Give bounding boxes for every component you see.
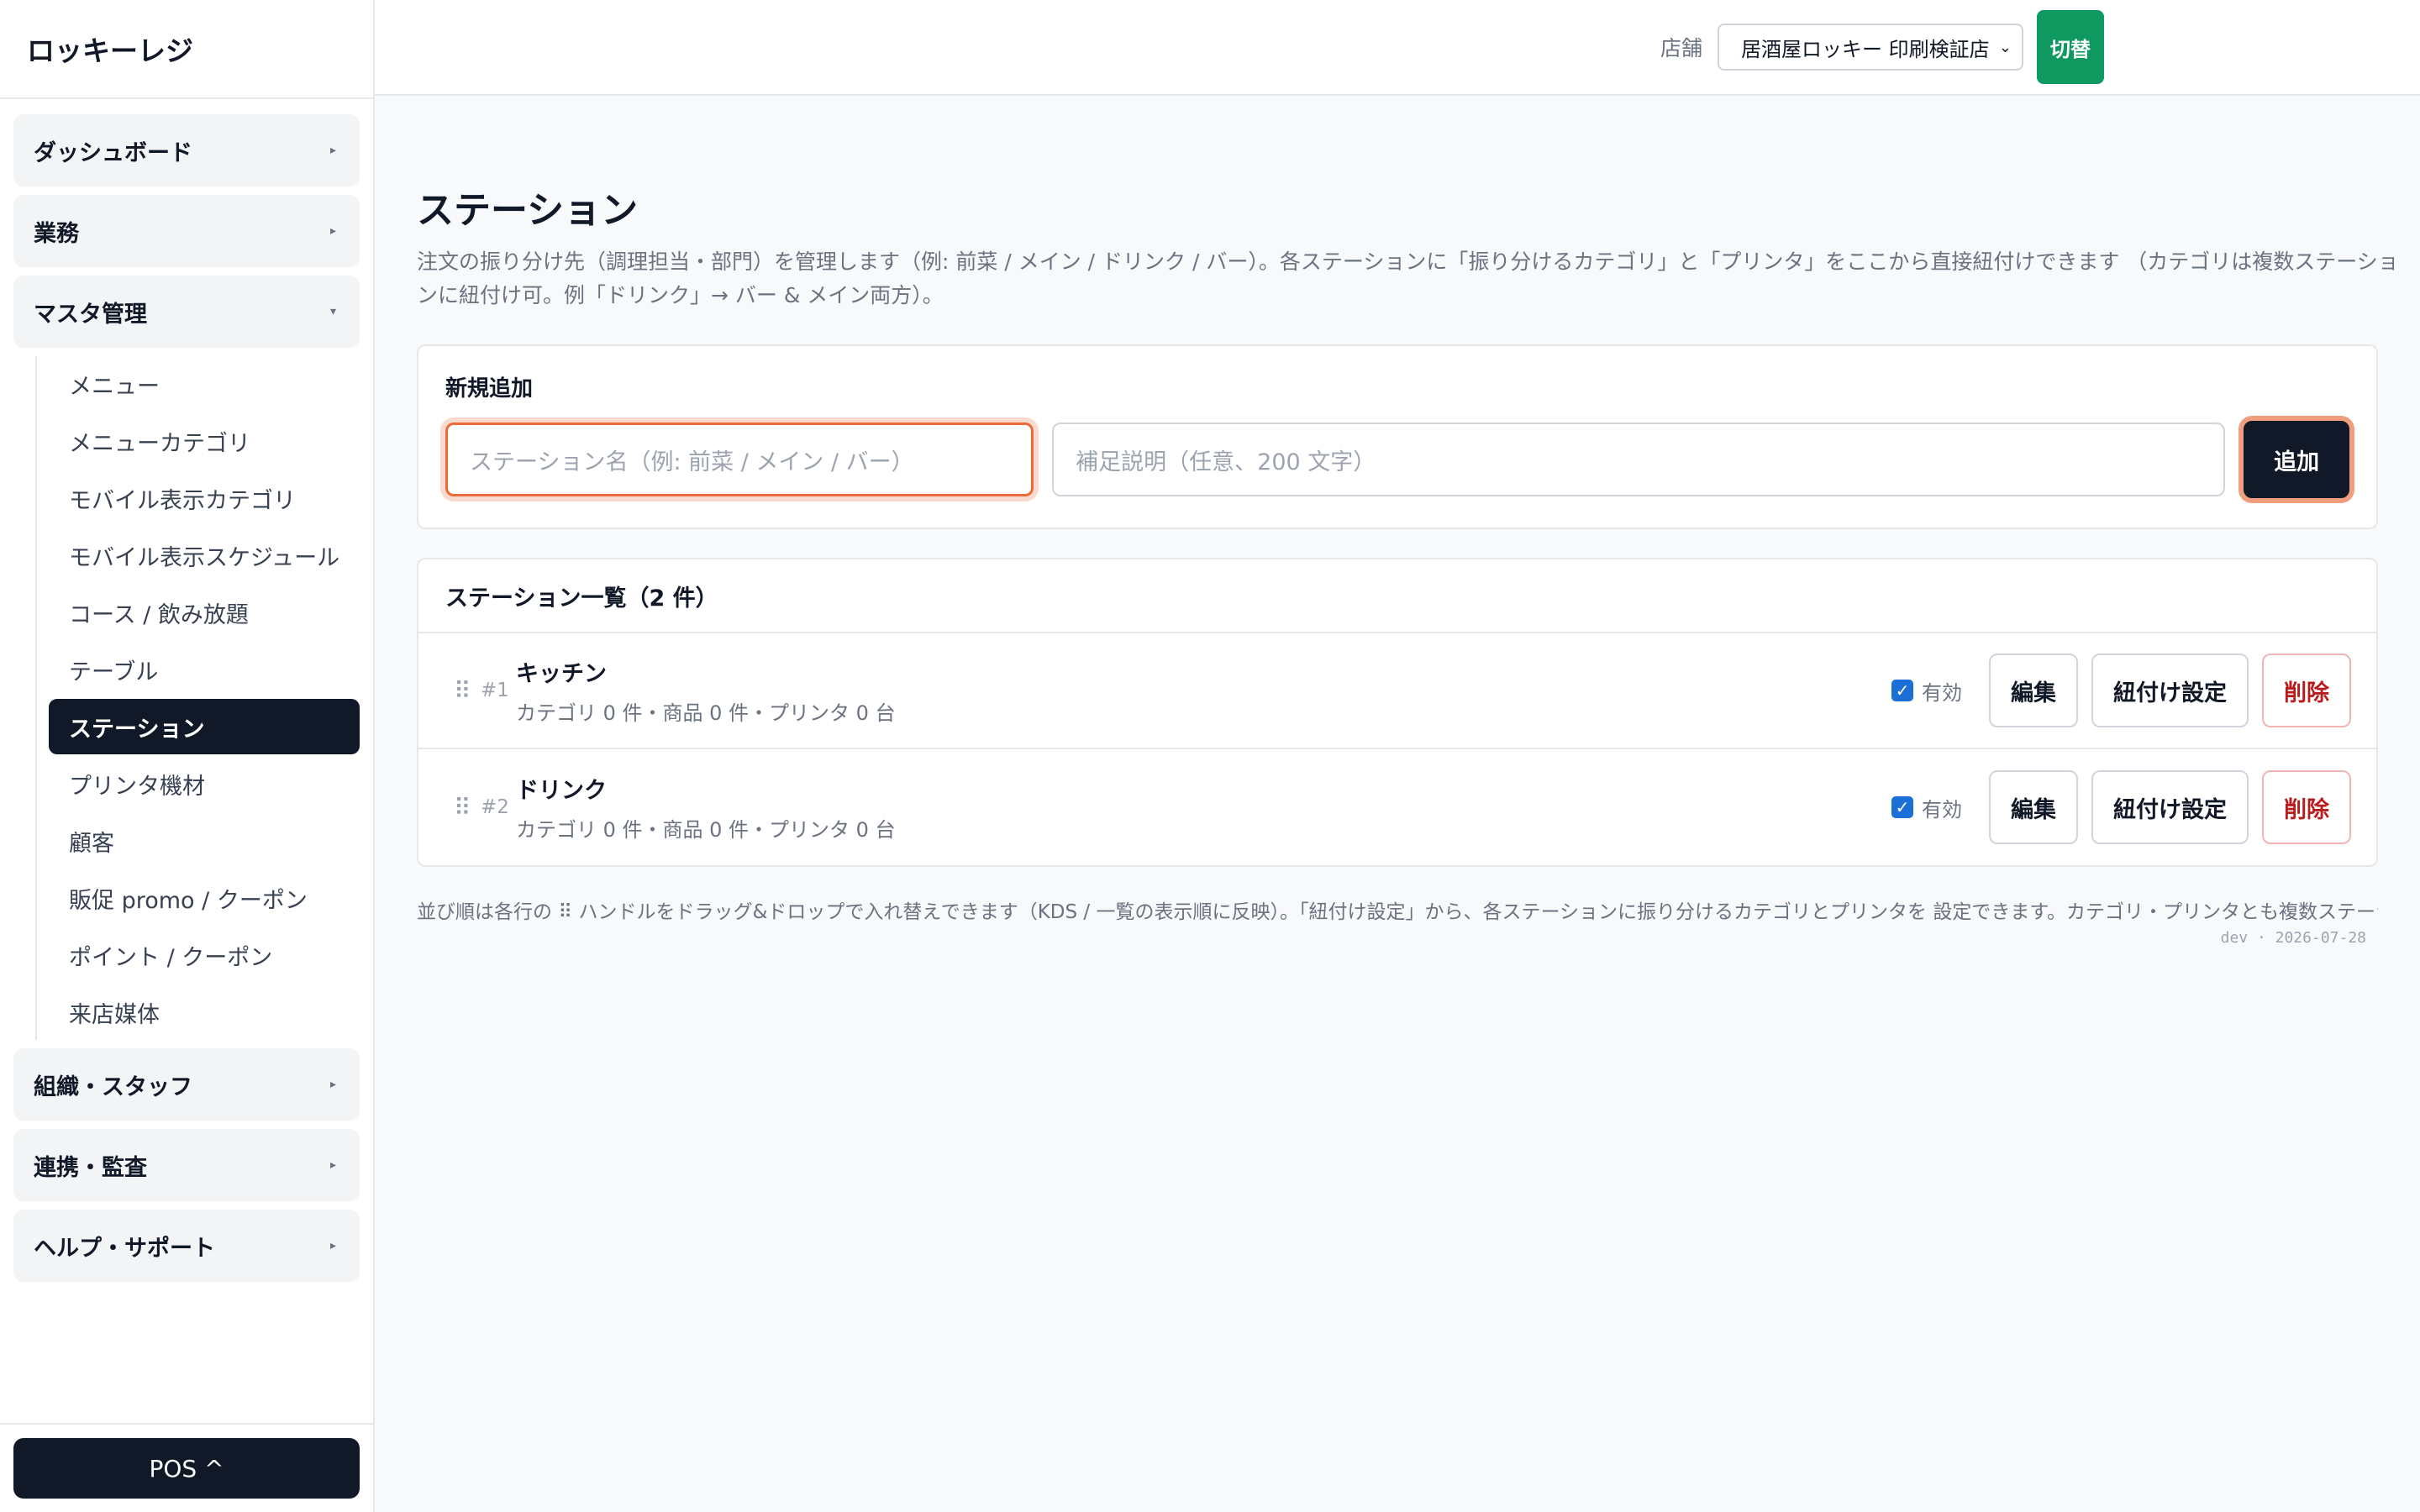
edit-button[interactable]: 編集 [1989,770,2078,844]
store-select-value: 居酒屋ロッキー 印刷検証店 [1741,37,1990,61]
sidebar-item-promo[interactable]: 販促 promo / クーポン [49,870,360,926]
station-list-header: ステーション一覧（2 件） [418,559,2376,633]
new-station-label: 新規追加 [445,376,534,402]
nav-group-label: 連携・監査 [34,1154,147,1181]
footnote: 並び順は各行の ⠿ ハンドルをドラッグ&ドロップで入れ替えできます（KDS / … [417,901,2378,923]
link-settings-button[interactable]: 紐付け設定 [2091,770,2249,844]
new-station-row: ステーション名（例: 前菜 / メイン / バー） 補足説明（任意、200 文字… [445,421,2349,498]
sidebar-item-printer[interactable]: プリンタ機材 [49,756,360,811]
sidebar-item-station[interactable]: ステーション [49,699,360,754]
caret-down-icon: ▾ [329,305,336,318]
sidebar-item-menu[interactable]: メニュー [49,356,360,412]
nav-group-help[interactable]: ヘルプ・サポート ▸ [13,1210,360,1282]
nav-group-label: ヘルプ・サポート [34,1235,215,1262]
drag-handle-icon[interactable]: ⠿ [454,794,481,822]
enabled-toggle[interactable]: ✓ 有効 [1891,793,1962,822]
caret-right-icon: ▸ [329,1078,336,1091]
checkbox-checked-icon[interactable]: ✓ [1891,796,1913,818]
nav-group-org-staff[interactable]: 組織・スタッフ ▸ [13,1048,360,1121]
build-info: dev · 2026-07-28 [2220,929,2366,947]
station-meta: カテゴリ 0 件・商品 0 件・プリンタ 0 台 [516,701,896,725]
pos-button[interactable]: POS ^ [13,1438,360,1499]
sidebar-item-mobile-schedule[interactable]: モバイル表示スケジュール [49,528,360,583]
nav-group-label: ダッシュボード [34,139,192,166]
nav-group-integration[interactable]: 連携・監査 ▸ [13,1129,360,1201]
enabled-label: 有効 [1922,680,1962,705]
sidebar-item-menu-category[interactable]: メニューカテゴリ [49,413,360,469]
enabled-toggle[interactable]: ✓ 有効 [1891,676,1962,706]
sidebar-item-customer[interactable]: 顧客 [49,813,360,869]
store-select[interactable]: 居酒屋ロッキー 印刷検証店 ⌄ [1718,24,2023,71]
sidebar-item-points[interactable]: ポイント / クーポン [49,927,360,983]
sidebar-item-mobile-category[interactable]: モバイル表示カテゴリ [49,470,360,526]
table-row: ⠿ #2 ドリンク カテゴリ 0 件・商品 0 件・プリンタ 0 台 ✓ 有効 … [418,749,2376,865]
table-row: ⠿ #1 キッチン カテゴリ 0 件・商品 0 件・プリンタ 0 台 ✓ 有効 … [418,633,2376,749]
edit-button[interactable]: 編集 [1989,654,2078,727]
page-title: ステーション [417,189,639,232]
drag-handle-icon[interactable]: ⠿ [454,677,481,705]
enabled-label: 有効 [1922,797,1962,822]
new-station-card: 新規追加 ステーション名（例: 前菜 / メイン / バー） 補足説明（任意、2… [417,344,2378,529]
nav-group-operations[interactable]: 業務 ▸ [13,195,360,267]
row-number: #2 [481,796,509,818]
nav-group-label: 組織・スタッフ [34,1074,192,1100]
station-name: ドリンク [516,778,607,804]
store-label: 店舗 [1660,36,1702,60]
app-root: ロッキーレジ ダッシュボード ▸ 業務 ▸ マスタ管理 ▾ メニュー メニューカ… [0,0,2420,1512]
sidebar: ロッキーレジ ダッシュボード ▸ 業務 ▸ マスタ管理 ▾ メニュー メニューカ… [0,0,375,1512]
sidebar-item-course[interactable]: コース / 飲み放題 [49,585,360,640]
sidebar-item-table[interactable]: テーブル [49,642,360,697]
delete-button[interactable]: 削除 [2262,654,2351,727]
caret-right-icon: ▸ [329,1158,336,1172]
switch-store-button[interactable]: 切替 [2037,10,2104,84]
page-description: 注文の振り分け先（調理担当・部門）を管理します（例: 前菜 / メイン / ドリ… [417,249,2399,307]
link-settings-button[interactable]: 紐付け設定 [2091,654,2249,727]
caret-right-icon: ▸ [329,144,336,157]
nav-group-label: 業務 [34,220,79,247]
row-main: キッチン カテゴリ 0 件・商品 0 件・プリンタ 0 台 [516,655,1891,726]
caret-right-icon: ▸ [329,224,336,238]
sidebar-nav: ダッシュボード ▸ 業務 ▸ マスタ管理 ▾ メニュー メニューカテゴリ モバイ… [0,99,373,1282]
station-list-card: ステーション一覧（2 件） ⠿ #1 キッチン カテゴリ 0 件・商品 0 件・… [417,558,2378,867]
checkbox-checked-icon[interactable]: ✓ [1891,680,1913,701]
main-area: 店舗 居酒屋ロッキー 印刷検証店 ⌄ 切替 ステーション 注文の振り分け先（調理… [375,0,2420,1512]
station-description-input[interactable]: 補足説明（任意、200 文字） [1052,423,2226,496]
station-name: キッチン [516,661,607,687]
chevron-down-icon: ⌄ [1998,38,2012,56]
nav-group-label: マスタ管理 [34,301,147,328]
row-main: ドリンク カテゴリ 0 件・商品 0 件・プリンタ 0 台 [516,772,1891,843]
add-station-button[interactable]: 追加 [2244,421,2349,498]
sidebar-item-media[interactable]: 来店媒体 [49,984,360,1040]
station-meta: カテゴリ 0 件・商品 0 件・プリンタ 0 台 [516,818,896,842]
master-sub-list: メニュー メニューカテゴリ モバイル表示カテゴリ モバイル表示スケジュール コー… [35,356,360,1040]
nav-group-dashboard[interactable]: ダッシュボード ▸ [13,114,360,186]
content: ステーション 注文の振り分け先（調理担当・部門）を管理します（例: 前菜 / メ… [375,96,2420,947]
nav-group-master[interactable]: マスタ管理 ▾ [13,276,360,348]
topbar: 店舗 居酒屋ロッキー 印刷検証店 ⌄ 切替 [375,0,2420,96]
sidebar-footer: POS ^ [0,1423,373,1512]
station-name-input[interactable]: ステーション名（例: 前菜 / メイン / バー） [445,423,1034,496]
delete-button[interactable]: 削除 [2262,770,2351,844]
row-number: #1 [481,680,509,701]
app-title: ロッキーレジ [0,0,373,99]
caret-right-icon: ▸ [329,1239,336,1252]
